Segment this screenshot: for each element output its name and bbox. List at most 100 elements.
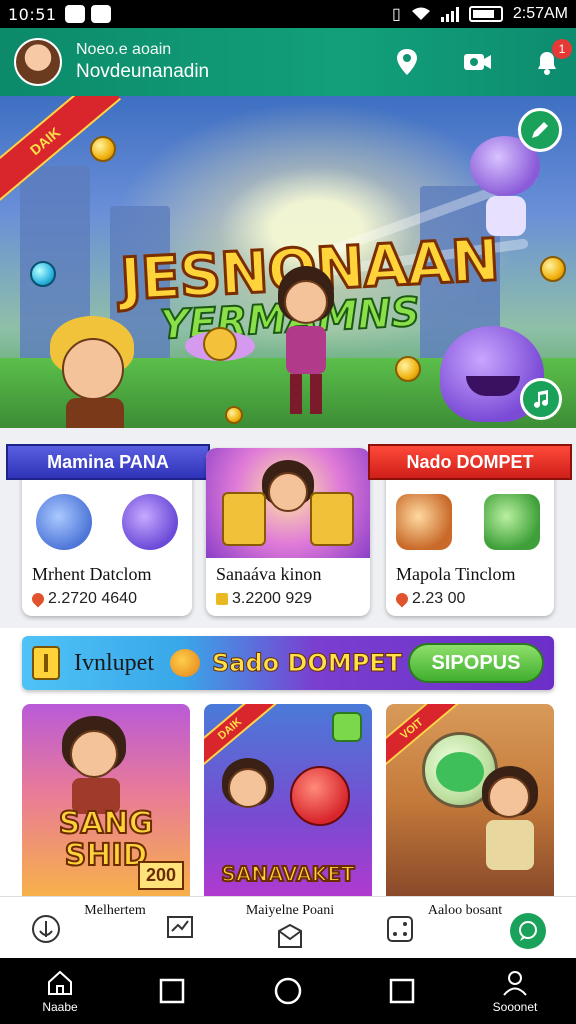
tab-label: Melhertem [84, 903, 146, 918]
tile-character-body [486, 820, 534, 870]
pause-icon [32, 646, 60, 680]
system-nav-bar: Naabe Sooonet [0, 958, 576, 1024]
coin-icon [225, 406, 243, 424]
promo-label: Ivnlupet [74, 649, 154, 676]
chat-bubble-icon [519, 921, 537, 941]
status-notification-icons [64, 5, 111, 23]
winged-creature-character [185, 321, 255, 377]
card-value: 2.23 00 [393, 590, 465, 608]
user-name: Novdeunanadin [76, 61, 210, 82]
promo-button[interactable]: SIPOPUS [408, 643, 544, 683]
status-bar: 10:51 ▯ 2:57AM [0, 0, 576, 28]
music-button[interactable] [520, 378, 562, 420]
video-chat-button[interactable] [462, 47, 492, 77]
gem-coin-icon [30, 261, 56, 287]
game-tile[interactable]: DAIK SANAVAKET [204, 704, 372, 896]
app-header: Noeo.e aoain Novdeunanadin 1 [0, 28, 576, 96]
card-value: 2.2720 4640 [29, 590, 137, 608]
promo-strip[interactable]: Ivnlupet Sado DOMPET SIPOPUS [22, 636, 554, 690]
category-cards: Mrhent Datclom 2.2720 4640 Mamina PANA S… [0, 428, 576, 628]
square-icon [389, 978, 415, 1004]
card-title: Mrhent Datclom [32, 564, 152, 584]
coin-icon [395, 356, 421, 382]
game-title: SANAVAKET [220, 861, 355, 887]
dice-icon [332, 712, 362, 742]
promo-headline: Sado DOMPET [211, 649, 403, 678]
tile-character [228, 768, 268, 808]
anchor-icon[interactable] [30, 913, 62, 945]
chart-icon[interactable] [164, 911, 196, 943]
inbox-icon [278, 923, 302, 948]
music-icon [534, 390, 548, 408]
status-clock: 2:57AM [512, 5, 568, 22]
card-banner: Nado DOMPET [368, 444, 572, 480]
notification-badge: 1 [552, 39, 572, 59]
gem-icon [393, 590, 411, 608]
cash-icon [216, 593, 228, 605]
game-tile[interactable]: SANG SHID 200 [22, 704, 190, 896]
notification-button[interactable]: 1 [532, 39, 572, 77]
nav-recents[interactable] [150, 958, 194, 1024]
green-gem-icon [484, 494, 540, 550]
circle-icon [274, 977, 302, 1005]
card-value: 3.2200 929 [216, 590, 312, 608]
coin-icon [90, 136, 116, 162]
user-info: Noeo.e aoain Novdeunanadin [76, 41, 209, 83]
location-button[interactable] [392, 47, 422, 77]
nav-home[interactable]: Naabe [30, 958, 90, 1024]
gem-icon [29, 590, 47, 608]
tab-aaloo-bosant[interactable]: Aaloo bosant [410, 897, 520, 959]
red-robot-character [290, 766, 350, 826]
avatar[interactable] [14, 38, 62, 86]
blonde-boy-character [40, 316, 150, 428]
app-screen: 10:51 ▯ 2:57AM Noeo.e aoain Novdeunanadi… [0, 0, 576, 1024]
tile-character [70, 730, 118, 778]
tab-label: Maiyelne Poani [245, 903, 335, 918]
nav-back[interactable] [380, 958, 424, 1024]
tab-melhertem[interactable]: Melhertem [60, 897, 170, 959]
game-tile[interactable]: VOIT [386, 704, 554, 896]
card-banner: Mamina PANA [6, 444, 210, 480]
vibrate-icon: ▯ [392, 6, 401, 23]
tab-label: Aaloo bosant [427, 903, 503, 918]
dragon-icon [122, 494, 178, 550]
sword-icon [396, 494, 452, 550]
edit-button[interactable] [518, 108, 562, 152]
status-time: 10:51 [8, 4, 57, 24]
card-title: Sanaáva kinon [216, 564, 322, 584]
nav-home-button[interactable] [266, 958, 310, 1024]
chat-fab[interactable] [510, 913, 546, 949]
chat-icon [90, 5, 111, 23]
battery-icon [468, 6, 503, 22]
nav-profile[interactable]: Sooonet [480, 958, 550, 1024]
square-icon [159, 978, 185, 1004]
fruit-icon [169, 649, 200, 677]
bottom-tab-bar: Melhertem Maiyelne Poani Aaloo bosant [0, 896, 576, 958]
status-right: ▯ 2:57AM [392, 4, 568, 24]
person-icon [503, 971, 527, 996]
game-badge: 200 [137, 861, 184, 890]
girl-character [260, 266, 350, 426]
wifi-icon [411, 7, 430, 20]
header-actions: 1 [392, 39, 572, 77]
game-tiles: SANG SHID 200 DAIK SANAVAKET VOIT [0, 700, 576, 896]
user-label: Noeo.e aoain [76, 41, 172, 58]
nav-home-label: Naabe [42, 1000, 78, 1014]
home-icon [48, 970, 72, 995]
edit-pen-icon [532, 122, 548, 138]
category-card[interactable]: Sanaáva kinon 3.2200 929 [206, 448, 370, 616]
blue-creature-icon [36, 494, 92, 550]
treasure-chest-icon [310, 492, 354, 546]
green-creature-character [436, 752, 484, 792]
card-title: Mapola Tinclom [396, 564, 516, 584]
hero-banner[interactable]: DAIK JESNONAAN YERMAMNS [0, 96, 576, 428]
tab-maiyelne-poani[interactable]: Maiyelne Poani [230, 897, 350, 959]
coin-icon [540, 256, 566, 282]
check-icon [64, 5, 85, 23]
video-chat-icon [464, 54, 491, 70]
tile-character [488, 776, 530, 818]
signal-icon [440, 6, 459, 22]
card-character [268, 472, 308, 512]
nav-profile-label: Sooonet [492, 1000, 538, 1014]
treasure-chest-icon [222, 492, 266, 546]
